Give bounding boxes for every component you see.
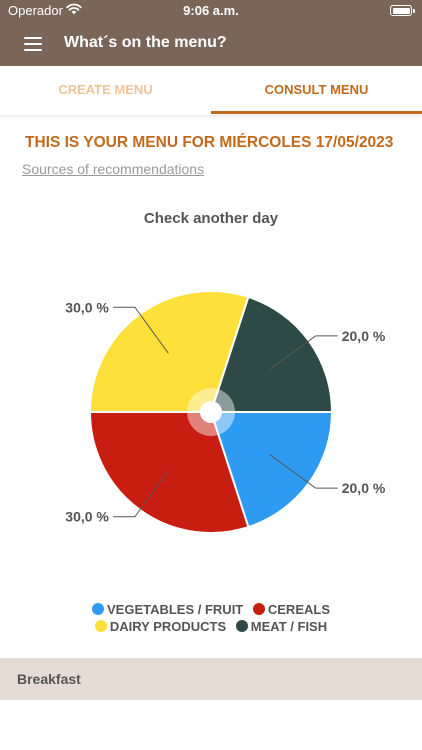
legend-label-vegetables-fruit: VEGETABLES / FRUIT — [106, 602, 244, 617]
breakfast-label: Breakfast — [17, 671, 81, 687]
legend-label-cereals: CEREALS — [267, 602, 330, 617]
breakfast-content-cutoff — [20, 712, 330, 716]
breakfast-section-header[interactable]: Breakfast — [0, 658, 422, 700]
legend-dot-dairy-products — [94, 620, 107, 632]
legend-item-cereals[interactable]: CEREALS — [252, 602, 330, 617]
center-hole — [200, 401, 222, 423]
data-label-cereals: 30,0 % — [65, 509, 109, 525]
chart-legend: VEGETABLES / FRUIT CEREALS DAIRY PRODUCT… — [0, 602, 422, 636]
data-label-dairy-products: 30,0 % — [65, 299, 109, 315]
legend-item-vegetables-fruit[interactable]: VEGETABLES / FRUIT — [91, 602, 244, 617]
data-label-meat-fish: 20,0 % — [342, 328, 386, 344]
legend-item-meat-fish[interactable]: MEAT / FISH — [235, 619, 328, 634]
legend-dot-vegetables-fruit — [91, 603, 104, 615]
legend-label-dairy-products: DAIRY PRODUCTS — [109, 619, 227, 634]
legend-label-meat-fish: MEAT / FISH — [250, 619, 328, 634]
legend-dot-cereals — [252, 603, 265, 615]
pie-chart: 20,0 % 30,0 % 30,0 % 20,0 % — [65, 290, 386, 534]
legend-dot-meat-fish — [235, 620, 248, 632]
data-label-vegetables-fruit: 20,0 % — [342, 480, 386, 496]
legend-item-dairy-products[interactable]: DAIRY PRODUCTS — [94, 619, 227, 634]
